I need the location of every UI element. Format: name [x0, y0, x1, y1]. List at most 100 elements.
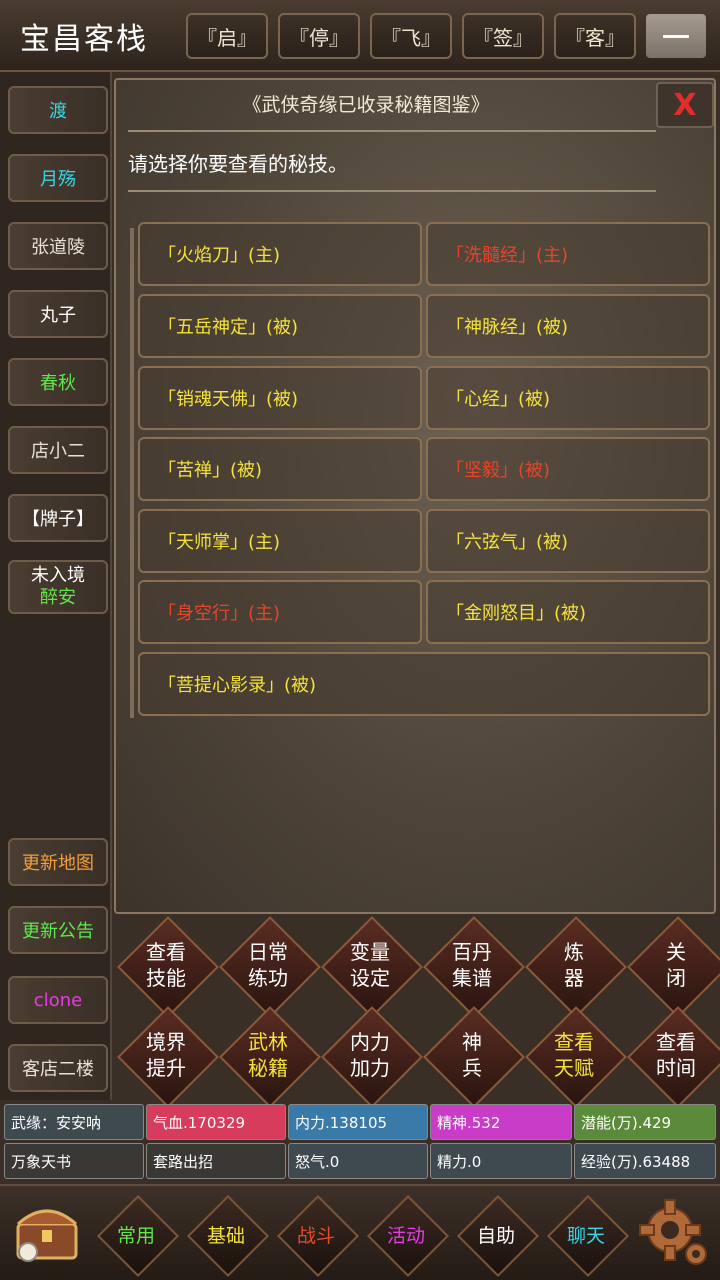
skill-item[interactable]: 「五岳神定」(被) [138, 294, 422, 358]
sidebar-item-realm[interactable]: 未入境 醉安 [8, 560, 108, 614]
skill-item[interactable]: 「金刚怒目」(被) [426, 580, 710, 644]
sidebar-item-paizi[interactable]: 【牌子】 [8, 494, 108, 542]
stat-exp: 经验(万).63488 [574, 1143, 716, 1179]
action-button[interactable]: 查看 时间 [627, 1006, 720, 1108]
realm-status: 未入境 [31, 565, 85, 586]
sidebar-item-zhangdaoling[interactable]: 张道陵 [8, 222, 108, 270]
skill-item[interactable]: 「神脉经」(被) [426, 294, 710, 358]
action-button[interactable]: 内力 加力 [321, 1006, 423, 1108]
action-label: 查看 天赋 [544, 1029, 604, 1081]
action-label-line: 查看 [554, 1030, 594, 1054]
action-label-line: 日常 [248, 940, 288, 964]
sidebar-item-chunqiu[interactable]: 春秋 [8, 358, 108, 406]
skill-item[interactable]: 「六弦气」(被) [426, 509, 710, 573]
stat-hp: 气血.170329 [146, 1104, 286, 1140]
nav-tab[interactable]: 常用 [96, 1194, 180, 1278]
skill-item[interactable]: 「洗髓经」(主) [426, 222, 710, 286]
nav-tab[interactable]: 聊天 [546, 1194, 630, 1278]
tab-ting[interactable]: 『停』 [278, 13, 360, 59]
nav-tab-label: 常用 [116, 1224, 155, 1247]
menu-button[interactable] [646, 14, 706, 58]
skill-item[interactable]: 「坚毅」(被) [426, 437, 710, 501]
sidebar-clone[interactable]: clone [8, 976, 108, 1024]
action-button[interactable]: 关闭 [627, 916, 720, 1018]
action-label-line: 练功 [248, 966, 288, 990]
hamburger-icon [663, 34, 689, 38]
action-label: 神兵 [442, 1029, 502, 1081]
action-button[interactable]: 变量 设定 [321, 916, 423, 1018]
nav-tab-label: 基础 [206, 1224, 245, 1247]
tab-qian[interactable]: 『签』 [462, 13, 544, 59]
action-label: 查看 技能 [136, 939, 196, 991]
combo-move-button[interactable]: 套路出招 [146, 1143, 286, 1179]
action-label-line: 境界 [146, 1030, 186, 1054]
action-label: 关闭 [646, 939, 706, 991]
tab-ke[interactable]: 『客』 [554, 13, 636, 59]
gear-icon[interactable] [632, 1192, 712, 1272]
nav-tab[interactable]: 自助 [456, 1194, 540, 1278]
skill-item[interactable]: 「销魂天佛」(被) [138, 366, 422, 430]
treasure-chest-icon[interactable] [6, 1190, 90, 1274]
action-button[interactable]: 炼器 [525, 916, 627, 1018]
action-label-line: 技能 [146, 966, 186, 990]
nav-tab[interactable]: 活动 [366, 1194, 450, 1278]
sidebar-item-du[interactable]: 渡 [8, 86, 108, 134]
action-button[interactable]: 查看 技能 [117, 916, 219, 1018]
stat-neili: 内力.138105 [288, 1104, 428, 1140]
wanxiang-book-button[interactable]: 万象天书 [4, 1143, 144, 1179]
action-button[interactable]: 神兵 [423, 1006, 525, 1108]
action-label-line: 关 [666, 940, 686, 964]
divider [128, 130, 656, 132]
tab-fei[interactable]: 『飞』 [370, 13, 452, 59]
skill-item[interactable]: 「天师掌」(主) [138, 509, 422, 573]
action-label-line: 器 [564, 966, 584, 990]
dialog-prompt: 请选择你要查看的秘技。 [128, 152, 348, 176]
skill-item[interactable]: 「苦禅」(被) [138, 437, 422, 501]
tab-qi[interactable]: 『启』 [186, 13, 268, 59]
action-button[interactable]: 日常 练功 [219, 916, 321, 1018]
action-label-line: 兵 [462, 1056, 482, 1080]
sidebar-update-map[interactable]: 更新地图 [8, 838, 108, 886]
action-label-line: 神 [462, 1030, 482, 1054]
nav-tab[interactable]: 基础 [186, 1194, 270, 1278]
sidebar-inn-2f[interactable]: 客店二楼 [8, 1044, 108, 1092]
sidebar-update-notice[interactable]: 更新公告 [8, 906, 108, 954]
stat-wuyuan: 武缘：安安呐 [4, 1104, 144, 1140]
dialog-title: 《武侠奇缘已收录秘籍图鉴》 [242, 94, 490, 116]
action-button[interactable]: 百丹 集谱 [423, 916, 525, 1018]
action-label-line: 查看 [656, 1030, 696, 1054]
sidebar-item-yueshang[interactable]: 月殇 [8, 154, 108, 202]
skill-item[interactable]: 「身空行」(主) [138, 580, 422, 644]
nav-tab-label: 聊天 [566, 1224, 605, 1247]
nav-tab[interactable]: 战斗 [276, 1194, 360, 1278]
action-label-line: 设定 [350, 966, 390, 990]
action-label-line: 变量 [350, 940, 390, 964]
nav-tab-label: 活动 [386, 1224, 425, 1247]
action-label-line: 炼 [564, 940, 584, 964]
realm-name: 醉安 [40, 587, 76, 608]
skill-item[interactable]: 「菩提心影录」(被) [138, 652, 710, 716]
close-button[interactable]: X [656, 82, 714, 128]
skill-book-dialog: 《武侠奇缘已收录秘籍图鉴》 X 请选择你要查看的秘技。 「火焰刀」(主) 「洗髓… [114, 78, 716, 914]
action-label: 炼器 [544, 939, 604, 991]
location-title: 宝昌客栈 [20, 22, 148, 57]
action-label-line: 加力 [350, 1056, 390, 1080]
sidebar-item-dianxiaoer[interactable]: 店小二 [8, 426, 108, 474]
skill-item[interactable]: 「心经」(被) [426, 366, 710, 430]
action-button[interactable]: 境界 提升 [117, 1006, 219, 1108]
action-button[interactable]: 武林 秘籍 [219, 1006, 321, 1108]
action-label-line: 查看 [146, 940, 186, 964]
action-label-line: 提升 [146, 1056, 186, 1080]
action-label-line: 集谱 [452, 966, 492, 990]
action-label: 境界 提升 [136, 1029, 196, 1081]
nav-tab-label: 战斗 [296, 1224, 335, 1247]
action-label: 武林 秘籍 [238, 1029, 298, 1081]
action-label-line: 百丹 [452, 940, 492, 964]
action-button[interactable]: 查看 天赋 [525, 1006, 627, 1108]
skill-item[interactable]: 「火焰刀」(主) [138, 222, 422, 286]
stat-energy: 精力.0 [430, 1143, 572, 1179]
action-label: 变量 设定 [340, 939, 400, 991]
sidebar-item-wanzi[interactable]: 丸子 [8, 290, 108, 338]
action-label: 百丹 集谱 [442, 939, 502, 991]
action-label: 内力 加力 [340, 1029, 400, 1081]
